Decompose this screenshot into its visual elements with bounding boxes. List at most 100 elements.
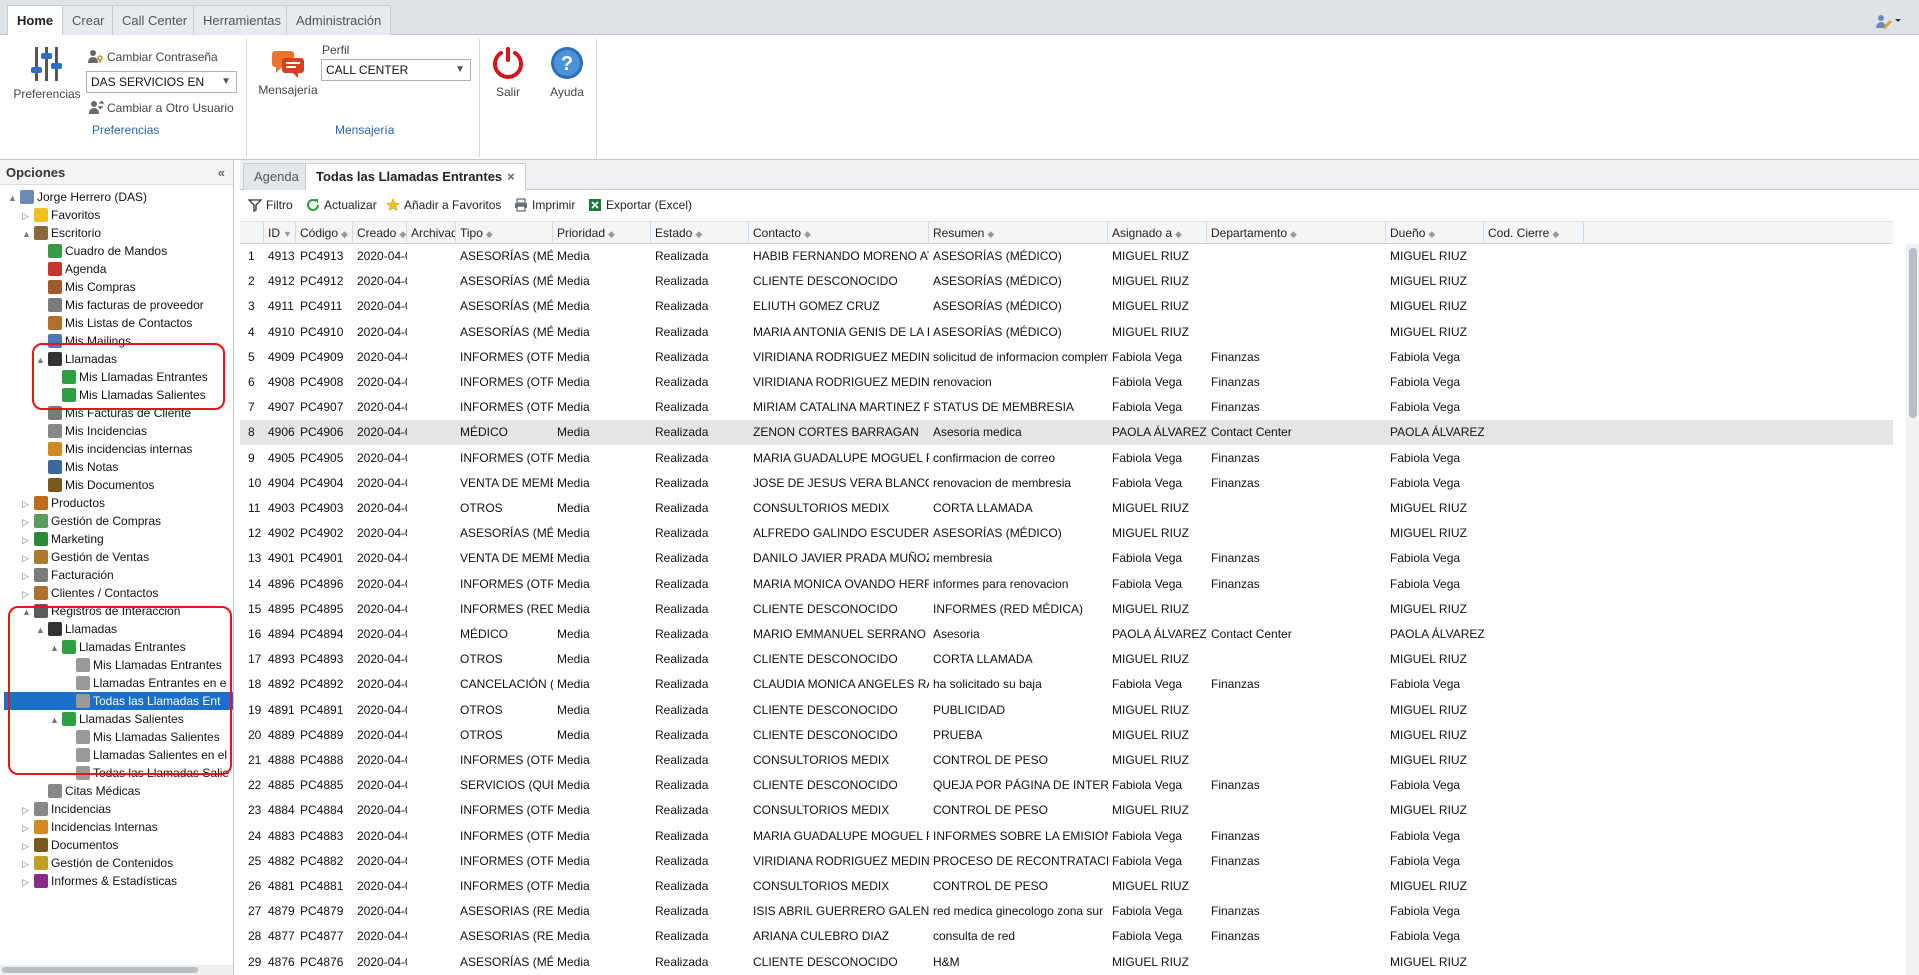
expand-toggle-icon[interactable]: ▲ xyxy=(8,189,20,207)
column-header[interactable]: Resumen ◆ xyxy=(929,222,1108,244)
column-header[interactable]: Contacto ◆ xyxy=(749,222,929,244)
tab-call-center[interactable]: Call Center xyxy=(112,5,198,35)
table-row[interactable]: 16 4894 PC4894 2020-04-03 MÉDICO Media Realiza… xyxy=(240,622,1893,647)
table-row[interactable]: 22 4885 PC4885 2020-04-03 SERVICIOS (QUEJAS)… xyxy=(240,773,1893,798)
tree-item[interactable]: ▷ Gestión de Ventas xyxy=(22,548,149,566)
cambiar-usuario-button[interactable]: Cambiar a Otro Usuario xyxy=(88,100,234,115)
column-header[interactable]: Departamento ◆ xyxy=(1207,222,1386,244)
exportar-excel-button[interactable]: Exportar (Excel) xyxy=(588,196,692,214)
table-row[interactable]: 18 4892 PC4892 2020-04-03 CANCELACIÓN (QUEJ M… xyxy=(240,672,1893,697)
table-row[interactable]: 1 4913 PC4913 2020-04-03 ASESORÍAS (MÉDICO Me… xyxy=(240,244,1893,269)
column-header[interactable]: Cod. Cierre ◆ xyxy=(1484,222,1584,244)
column-header[interactable]: Estado ◆ xyxy=(651,222,749,244)
table-row[interactable]: 21 4888 PC4888 2020-04-03 INFORMES (OTROS) Me… xyxy=(240,748,1893,773)
tree-item[interactable]: Citas Médicas xyxy=(36,782,140,800)
doc-tab-todas-llamadas-entrantes[interactable]: Todas las Llamadas Entrantes × xyxy=(305,163,526,190)
table-row[interactable]: 3 4911 PC4911 2020-04-03 ASESORÍAS (MÉDICO Me… xyxy=(240,294,1893,319)
preferencias-button[interactable]: Preferencias xyxy=(12,45,82,101)
tree-item[interactable]: ▷ Informes & Estadísticas xyxy=(22,872,177,890)
expand-toggle-icon[interactable]: ▷ xyxy=(22,495,34,513)
column-header[interactable]: Dueño ◆ xyxy=(1386,222,1484,244)
tree-item[interactable]: ▷ Incidencias Internas xyxy=(22,818,158,836)
table-row[interactable]: 12 4902 PC4902 2020-04-03 ASESORÍAS (MÉDICO M… xyxy=(240,521,1893,546)
tree-item[interactable]: Mis Incidencias xyxy=(36,422,147,440)
expand-toggle-icon[interactable]: ▷ xyxy=(22,801,34,819)
column-header[interactable]: Código ◆ xyxy=(296,222,353,244)
scrollbar-thumb[interactable] xyxy=(1909,248,1917,418)
table-row[interactable]: 2 4912 PC4912 2020-04-03 ASESORÍAS (MÉDICO Me… xyxy=(240,269,1893,294)
tree-item[interactable]: ▷ Gestión de Contenidos xyxy=(22,854,173,872)
servicio-select[interactable]: DAS SERVICIOS EN ▼ xyxy=(86,71,237,93)
column-header[interactable]: Tipo ◆ xyxy=(456,222,553,244)
user-edit-icon[interactable] xyxy=(1875,13,1901,29)
expand-toggle-icon[interactable]: ▷ xyxy=(22,549,34,567)
table-row[interactable]: 15 4895 PC4895 2020-04-03 INFORMES (RED MÉD M… xyxy=(240,597,1893,622)
table-row[interactable]: 17 4893 PC4893 2020-04-03 OTROS Media Realizad… xyxy=(240,647,1893,672)
tree-item[interactable]: ▲ Escritorio xyxy=(22,224,101,242)
table-row[interactable]: 4 4910 PC4910 2020-04-03 ASESORÍAS (MÉDICO Me… xyxy=(240,320,1893,345)
expand-toggle-icon[interactable]: ▷ xyxy=(22,513,34,531)
tree-item[interactable]: ▷ Marketing xyxy=(22,530,104,548)
tree-item[interactable]: Agenda xyxy=(36,260,106,278)
tab-herramientas[interactable]: Herramientas xyxy=(193,5,292,35)
expand-toggle-icon[interactable]: ▷ xyxy=(22,837,34,855)
tree-item[interactable]: Mis incidencias internas xyxy=(36,440,192,458)
expand-toggle-icon[interactable]: ▷ xyxy=(22,567,34,585)
tree-item[interactable]: ▲ Jorge Herrero (DAS) xyxy=(8,188,147,206)
tree-item[interactable]: ▷ Productos xyxy=(22,494,105,512)
tree-item[interactable]: ▷ Incidencias xyxy=(22,800,111,818)
table-row[interactable]: 7 4907 PC4907 2020-04-03 INFORMES (OTROS) Med… xyxy=(240,395,1893,420)
tab-home[interactable]: Home xyxy=(7,5,64,36)
expand-toggle-icon[interactable]: ▲ xyxy=(22,225,34,243)
tree-item[interactable]: Mis Documentos xyxy=(36,476,154,494)
table-row[interactable]: 8 4906 PC4906 2020-04-03 MÉDICO Media Realizad… xyxy=(240,420,1893,445)
perfil-select[interactable]: CALL CENTER ▼ xyxy=(321,59,471,81)
doc-tab-agenda[interactable]: Agenda xyxy=(243,163,310,190)
column-header[interactable]: Archivado xyxy=(407,222,456,244)
table-row[interactable]: 9 4905 PC4905 2020-04-03 INFORMES (OTROS) Med… xyxy=(240,446,1893,471)
tree-item[interactable]: ▷ Favoritos xyxy=(22,206,100,224)
column-header[interactable]: Asignado a ◆ xyxy=(1108,222,1207,244)
actualizar-button[interactable]: Actualizar xyxy=(306,196,377,214)
tree-item[interactable]: Mis Notas xyxy=(36,458,118,476)
table-row[interactable]: 11 4903 PC4903 2020-04-03 OTROS Media Realizad… xyxy=(240,496,1893,521)
table-row[interactable]: 29 4876 PC4876 2020-04-02 ASESORÍAS (MÉDICO M… xyxy=(240,950,1893,975)
expand-toggle-icon[interactable]: ▷ xyxy=(22,531,34,549)
tab-administracion[interactable]: Administración xyxy=(286,5,392,35)
table-row[interactable]: 19 4891 PC4891 2020-04-03 OTROS Media Realizad… xyxy=(240,698,1893,723)
tree-item[interactable]: ▷ Facturación xyxy=(22,566,114,584)
column-header[interactable]: Prioridad ◆ xyxy=(553,222,651,244)
tree-item[interactable]: Mis Compras xyxy=(36,278,136,296)
tree-item[interactable]: Mis Listas de Contactos xyxy=(36,314,192,332)
scrollbar-thumb[interactable] xyxy=(2,967,198,973)
expand-toggle-icon[interactable]: ▷ xyxy=(22,819,34,837)
salir-button[interactable]: Salir xyxy=(488,45,528,99)
filtro-button[interactable]: Filtro xyxy=(248,196,293,214)
close-tab-icon[interactable]: × xyxy=(507,169,515,184)
ayuda-button[interactable]: ? Ayuda xyxy=(546,45,588,99)
tab-crear[interactable]: Crear xyxy=(62,5,115,35)
expand-toggle-icon[interactable]: ▷ xyxy=(22,873,34,891)
table-row[interactable]: 28 4877 PC4877 2020-04-03 ASESORIAS (RED MÉ M… xyxy=(240,924,1893,949)
vertical-scrollbar[interactable] xyxy=(1906,244,1919,975)
tree-item[interactable]: ▷ Clientes / Contactos xyxy=(22,584,158,602)
table-row[interactable]: 24 4883 PC4883 2020-04-03 INFORMES (OTROS) Me… xyxy=(240,824,1893,849)
imprimir-button[interactable]: Imprimir xyxy=(514,196,575,214)
table-row[interactable]: 5 4909 PC4909 2020-04-03 INFORMES (OTROS) Med… xyxy=(240,345,1893,370)
horizontal-scrollbar[interactable] xyxy=(0,965,233,975)
column-header[interactable]: ID ▼ xyxy=(264,222,296,244)
tree-item[interactable]: Mis facturas de proveedor xyxy=(36,296,204,314)
table-row[interactable]: 23 4884 PC4884 2020-04-03 INFORMES (OTROS) Me… xyxy=(240,798,1893,823)
table-row[interactable]: 10 4904 PC4904 2020-04-03 VENTA DE MEMBRESÍ M… xyxy=(240,471,1893,496)
tree-item[interactable]: Cuadro de Mandos xyxy=(36,242,167,260)
mensajeria-button[interactable]: Mensajería xyxy=(256,49,320,97)
column-header[interactable]: Creado ◆ xyxy=(353,222,407,244)
table-row[interactable]: 13 4901 PC4901 2020-04-03 VENTA DE MEMBRESÍ M… xyxy=(240,546,1893,571)
tree-item[interactable]: ▷ Documentos xyxy=(22,836,118,854)
expand-toggle-icon[interactable]: ▷ xyxy=(22,855,34,873)
tree-item[interactable]: ▷ Gestión de Compras xyxy=(22,512,161,530)
table-row[interactable]: 14 4896 PC4896 2020-04-03 INFORMES (OTROS) Me… xyxy=(240,572,1893,597)
anadir-favoritos-button[interactable]: Añadir a Favoritos xyxy=(386,196,501,214)
table-row[interactable]: 25 4882 PC4882 2020-04-03 INFORMES (OTROS) Me… xyxy=(240,849,1893,874)
cambiar-contrasena-button[interactable]: Cambiar Contraseña xyxy=(88,49,218,64)
